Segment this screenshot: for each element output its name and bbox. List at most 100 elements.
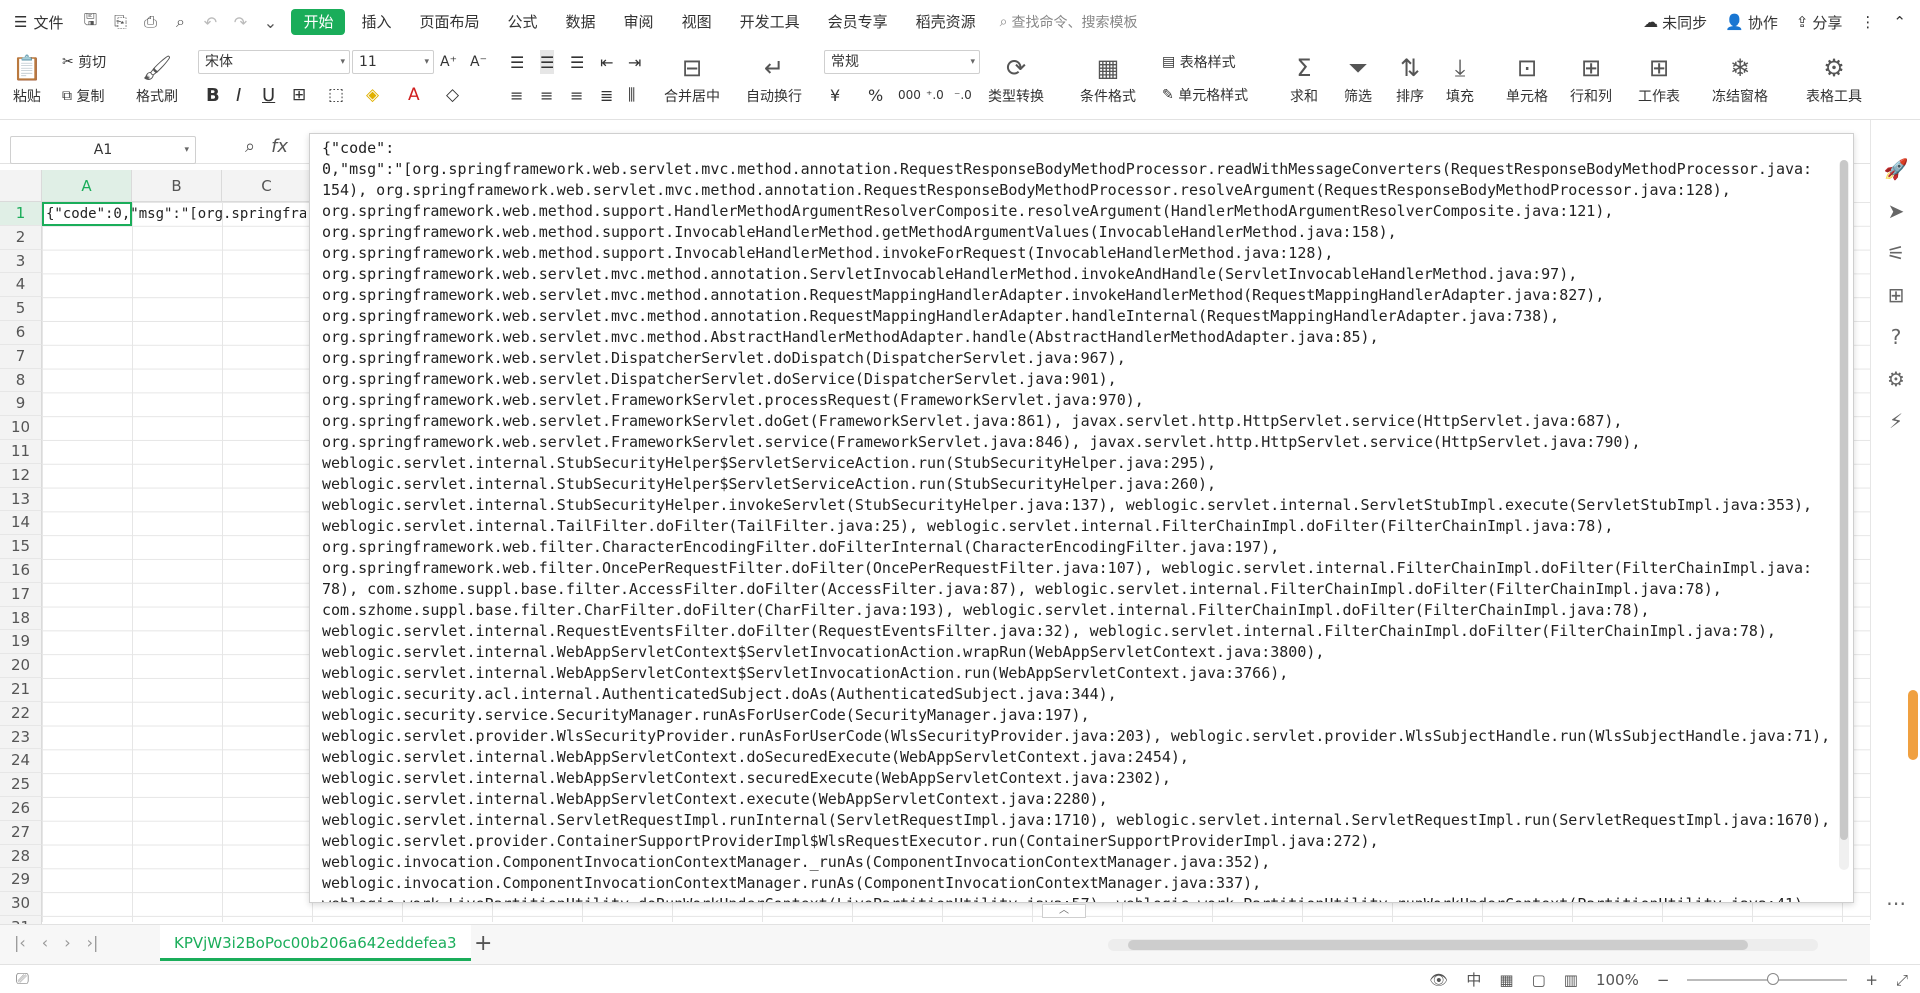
tab-data[interactable]: 数据 <box>554 9 608 35</box>
zoom-slider[interactable] <box>1687 972 1848 985</box>
fx-icon[interactable]: fx <box>271 136 288 157</box>
justify-icon[interactable]: ≣ <box>600 82 613 108</box>
freeze-panes-button[interactable]: ❄ 冻结窗格 <box>1712 50 1768 106</box>
row-header-9[interactable]: 9 <box>0 392 42 417</box>
tab-developer[interactable]: 开发工具 <box>728 9 812 35</box>
wrap-text-button[interactable]: ↵ 自动换行 <box>746 50 802 106</box>
fill-color-icon[interactable]: ◈ <box>366 82 379 108</box>
fill-format-icon[interactable]: ⬚ <box>328 82 344 108</box>
increase-decimal-icon[interactable]: ⁺.0 <box>926 82 944 108</box>
tab-insert[interactable]: 插入 <box>349 9 403 35</box>
image-settings-icon[interactable]: ⚙ <box>1871 358 1920 400</box>
row-header-26[interactable]: 26 <box>0 796 42 821</box>
column-header-c[interactable]: C <box>222 170 312 202</box>
zoom-out-icon[interactable]: − <box>1657 971 1670 989</box>
customize-dropdown-icon[interactable]: ⌄ <box>257 9 283 35</box>
bold-button[interactable]: B <box>206 82 220 108</box>
prev-sheet-icon[interactable]: ‹ <box>42 933 48 952</box>
row-header-14[interactable]: 14 <box>0 511 42 536</box>
first-sheet-icon[interactable]: |‹ <box>14 933 26 952</box>
worksheet-button[interactable]: ⊞ 工作表 <box>1638 50 1680 106</box>
row-header-17[interactable]: 17 <box>0 582 42 607</box>
italic-button[interactable]: I <box>236 82 241 108</box>
row-header-15[interactable]: 15 <box>0 535 42 559</box>
indent-increase-icon[interactable]: ⇥ <box>628 50 641 74</box>
row-header-27[interactable]: 27 <box>0 820 42 845</box>
row-header-23[interactable]: 23 <box>0 725 42 750</box>
align-middle-icon[interactable]: ☰ <box>540 50 555 74</box>
type-convert-button[interactable]: ⟳ 类型转换 <box>988 50 1044 106</box>
table-tools-button[interactable]: ⚙ 表格工具 <box>1806 50 1862 106</box>
align-bottom-icon[interactable]: ☰ <box>570 50 584 74</box>
side-scroll-indicator[interactable] <box>1908 690 1918 760</box>
row-header-4[interactable]: 4 <box>0 273 42 298</box>
row-header-12[interactable]: 12 <box>0 463 42 488</box>
percent-icon[interactable]: % <box>868 82 883 108</box>
normal-view-icon[interactable]: ▦ <box>1499 971 1513 989</box>
cell-button[interactable]: ⊡ 单元格 <box>1506 50 1548 106</box>
horizontal-scrollbar[interactable] <box>1108 939 1818 951</box>
popup-scrollbar[interactable] <box>1839 160 1849 870</box>
row-header-29[interactable]: 29 <box>0 868 42 893</box>
decrease-decimal-icon[interactable]: ⁻.0 <box>954 82 972 108</box>
popup-scrollbar-thumb[interactable] <box>1840 160 1848 840</box>
sum-button[interactable]: Σ 求和 <box>1290 50 1318 106</box>
collaborate-button[interactable]: 👤 协作 <box>1725 12 1778 33</box>
cursor-icon[interactable]: ➤ <box>1871 190 1920 232</box>
file-menu[interactable]: ☰ 文件 <box>0 6 71 38</box>
cell-style-button[interactable]: ✎ 单元格样式 <box>1162 82 1248 108</box>
row-header-24[interactable]: 24 <box>0 749 42 774</box>
align-top-icon[interactable]: ☰ <box>510 50 524 74</box>
name-box[interactable]: A1 ▾ <box>10 136 196 164</box>
align-right-icon[interactable]: ≡ <box>570 82 583 108</box>
zoom-in-icon[interactable]: + <box>1865 971 1878 989</box>
decrease-font-icon[interactable]: A⁻ <box>470 50 487 74</box>
indent-decrease-icon[interactable]: ⇤ <box>600 50 613 74</box>
table-style-button[interactable]: ▤ 表格样式 <box>1162 50 1236 74</box>
page-layout-view-icon[interactable]: ▢ <box>1532 971 1546 989</box>
zoom-slider-knob[interactable] <box>1767 972 1780 985</box>
share-button[interactable]: ⇪ 分享 <box>1796 12 1843 33</box>
align-center-icon[interactable]: ≡ <box>540 82 553 108</box>
distribute-icon[interactable]: ⫼ <box>628 82 635 108</box>
horizontal-scrollbar-thumb[interactable] <box>1128 940 1748 950</box>
row-col-button[interactable]: ⊞ 行和列 <box>1570 50 1612 106</box>
cell-content-popup[interactable]: {"code": 0,"msg":"[org.springframework.w… <box>309 133 1854 903</box>
column-header-b[interactable]: B <box>132 170 222 202</box>
help-icon[interactable]: ? <box>1871 316 1920 358</box>
command-search[interactable]: ⌕ 查找命令、搜索模板 <box>1000 12 1138 32</box>
tab-page-layout[interactable]: 页面布局 <box>408 9 492 35</box>
number-format-select[interactable]: 常规 ▾ <box>824 50 980 74</box>
row-header-21[interactable]: 21 <box>0 677 42 702</box>
row-header-20[interactable]: 20 <box>0 654 42 678</box>
font-name-select[interactable]: 宋体 ▾ <box>198 50 350 74</box>
row-header-8[interactable]: 8 <box>0 368 42 393</box>
tab-home[interactable]: 开始 <box>291 9 346 35</box>
macro-record-icon[interactable]: ⎚ <box>16 969 29 989</box>
zoom-search-icon[interactable]: ⌕ <box>245 136 255 157</box>
row-header-13[interactable]: 13 <box>0 487 42 512</box>
cut-button[interactable]: ✂ 剪切 <box>62 50 106 74</box>
row-header-16[interactable]: 16 <box>0 558 42 583</box>
row-header-11[interactable]: 11 <box>0 439 42 464</box>
collapse-popup-icon[interactable]: ︿ <box>1042 904 1086 918</box>
page-break-view-icon[interactable]: ▥ <box>1564 971 1578 989</box>
rocket-icon[interactable]: 🚀 <box>1871 148 1920 190</box>
row-header-6[interactable]: 6 <box>0 320 42 345</box>
tab-review[interactable]: 审阅 <box>612 9 666 35</box>
eraser-icon[interactable]: ◇ <box>446 82 459 108</box>
sort-button[interactable]: ⇅ 排序 <box>1396 50 1424 106</box>
add-sheet-icon[interactable]: + <box>474 931 492 956</box>
underline-button[interactable]: U <box>262 82 275 108</box>
tab-resources[interactable]: 稻壳资源 <box>904 9 988 35</box>
row-header-19[interactable]: 19 <box>0 630 42 655</box>
more-icon[interactable]: ⋮ <box>1860 13 1875 31</box>
align-left-icon[interactable]: ≡ <box>510 82 523 108</box>
zoom-level[interactable]: 100% <box>1596 971 1639 989</box>
row-header-28[interactable]: 28 <box>0 844 42 869</box>
layout-icon[interactable]: ⊞ <box>1871 274 1920 316</box>
sheet-tab[interactable]: KPVjW3i2BoPoc00b206a642eddefea3 <box>160 925 471 961</box>
row-header-7[interactable]: 7 <box>0 344 42 369</box>
border-icon[interactable]: ⊞ <box>292 82 306 108</box>
row-header-2[interactable]: 2 <box>0 225 42 250</box>
